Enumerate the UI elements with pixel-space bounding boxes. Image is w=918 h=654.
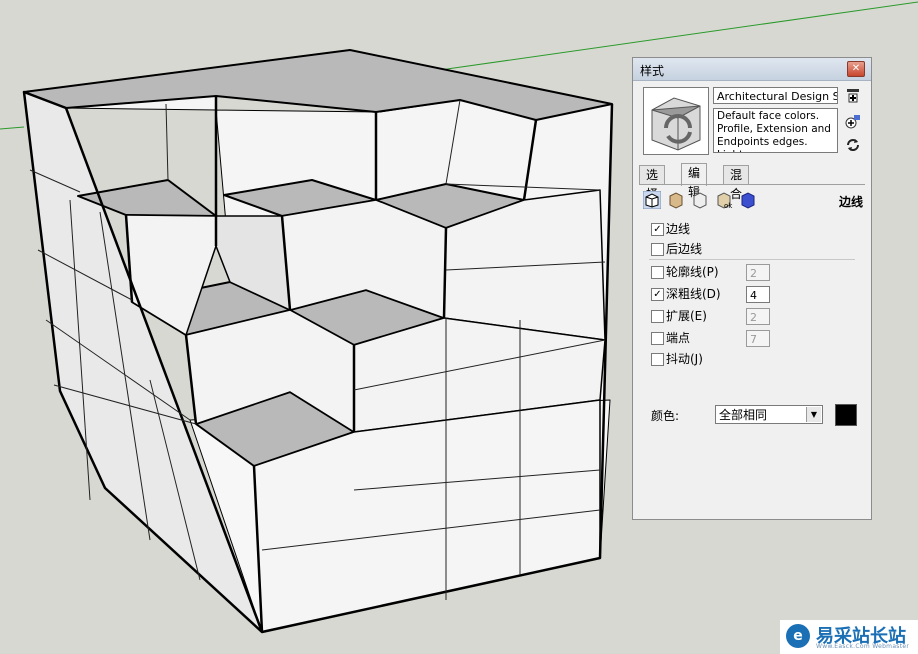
display-in-model-icon[interactable] (845, 88, 861, 104)
site-watermark: e 易采站长站 Www.Easck.Com Webmaster (780, 620, 918, 654)
depth-cue-width-field[interactable]: 4 (746, 286, 770, 303)
style-name-field[interactable]: Architectural Design Style (713, 87, 838, 104)
tab-divider (639, 184, 865, 185)
watermark-settings-icon[interactable]: ok (715, 191, 733, 210)
profiles-label: 轮廓线(P) (666, 265, 719, 279)
color-mode-select[interactable]: 全部相同 ▼ (715, 405, 823, 424)
panel-titlebar[interactable]: 样式 ✕ (633, 58, 871, 81)
profiles-width-field[interactable]: 2 (746, 264, 770, 281)
svg-text:ok: ok (724, 202, 733, 209)
separator (649, 259, 855, 260)
tab-select[interactable]: 选择 (639, 165, 666, 201)
tab-edit[interactable]: 编辑 (681, 163, 708, 199)
chevron-down-icon[interactable]: ▼ (806, 407, 821, 422)
extension-label: 扩展(E) (666, 309, 707, 323)
style-description-field[interactable]: Default face colors. Profile, Extension … (713, 108, 838, 153)
extension-length-field[interactable]: 2 (746, 308, 770, 325)
watermark-subtitle: Www.Easck.Com Webmaster (816, 643, 910, 650)
checkbox-unchecked[interactable] (651, 310, 664, 323)
edge-settings-icon[interactable] (642, 190, 662, 210)
checkbox-checked[interactable]: ✓ (651, 288, 664, 301)
depth-cue-label: 深粗线(D) (666, 287, 721, 301)
endpoints-length-field[interactable]: 7 (746, 330, 770, 347)
modeling-settings-icon[interactable] (739, 191, 757, 209)
close-icon[interactable]: ✕ (847, 61, 865, 77)
panel-title: 样式 (640, 64, 665, 78)
face-settings-icon[interactable] (667, 191, 685, 209)
endpoints-label: 端点 (666, 331, 691, 345)
checkbox-unchecked[interactable] (651, 266, 664, 279)
styles-panel: 样式 ✕ Architectural Design Style Default … (632, 57, 872, 520)
color-mode-value: 全部相同 (719, 408, 768, 422)
background-settings-icon[interactable] (691, 191, 709, 209)
tab-mix[interactable]: 混合 (723, 165, 750, 201)
checkbox-unchecked[interactable] (651, 332, 664, 345)
update-style-icon[interactable] (845, 137, 861, 153)
create-style-icon[interactable] (845, 113, 861, 129)
style-thumbnail[interactable] (643, 87, 709, 155)
watermark-logo: e (786, 624, 810, 648)
jitter-label: 抖动(J) (666, 352, 703, 366)
color-label: 颜色: (651, 409, 680, 423)
edge-color-swatch[interactable] (835, 404, 857, 426)
back-edges-label: 后边线 (666, 242, 703, 256)
edges-label: 边线 (666, 222, 691, 236)
section-label: 边线 (838, 195, 863, 209)
checkbox-unchecked[interactable] (651, 353, 664, 366)
checkbox-unchecked[interactable] (651, 243, 664, 256)
checkbox-checked[interactable]: ✓ (651, 223, 664, 236)
